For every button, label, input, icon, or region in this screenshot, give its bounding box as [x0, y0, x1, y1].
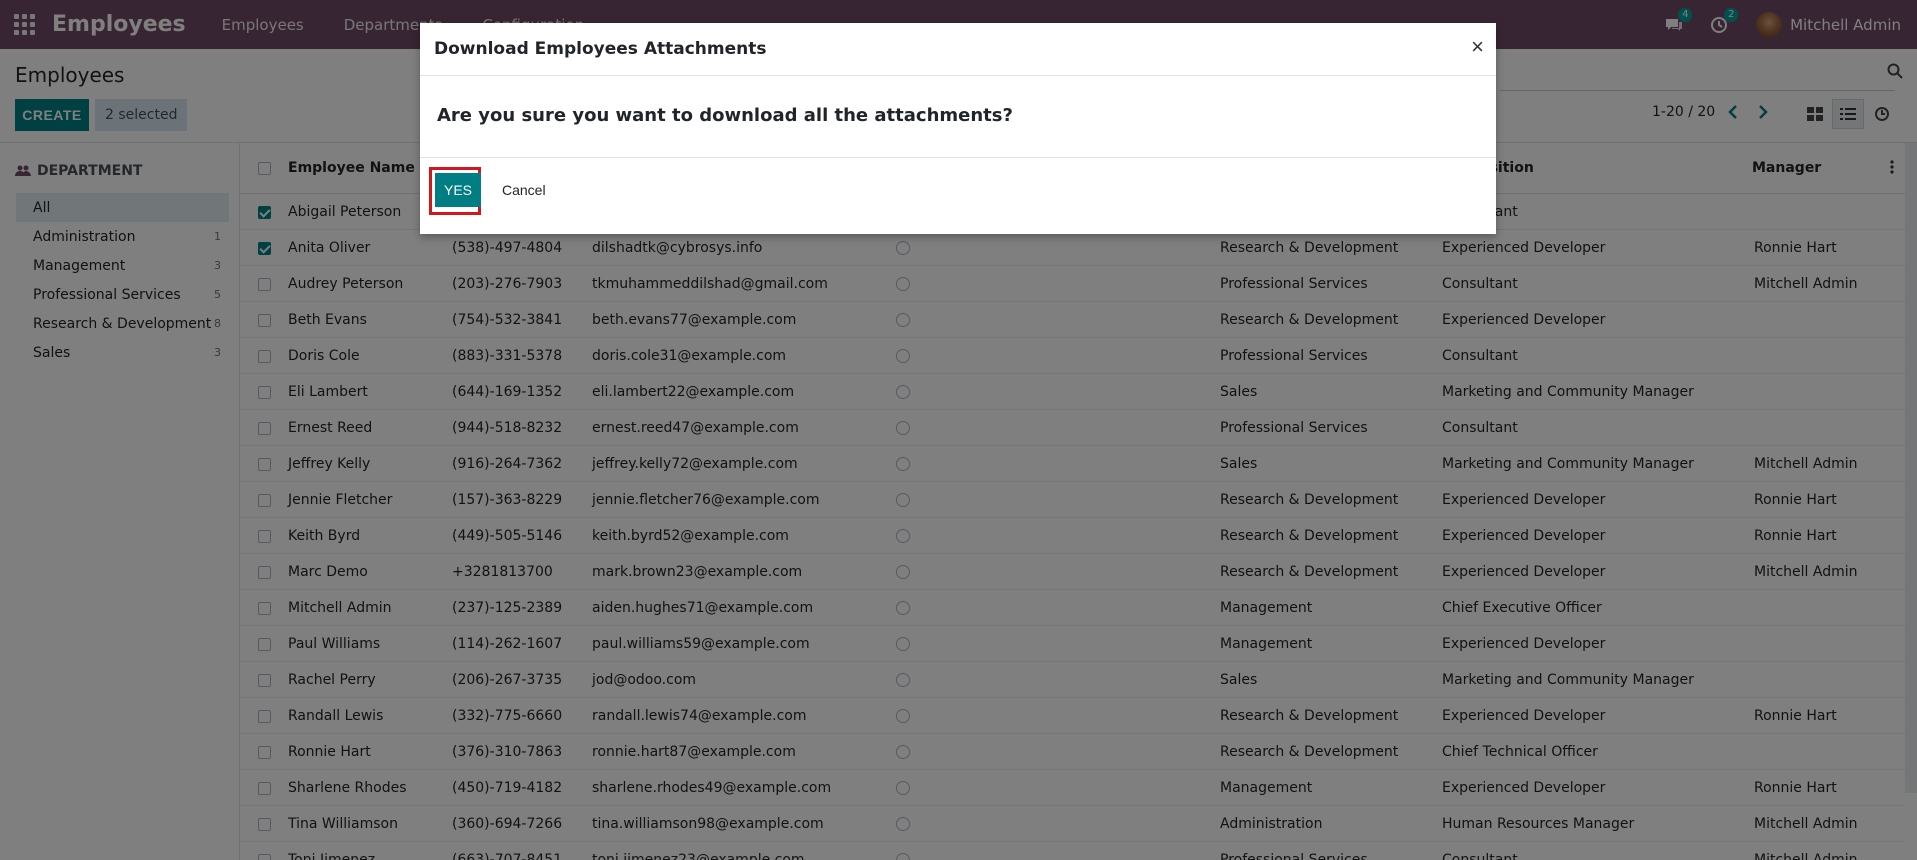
modal-footer: YES Cancel [420, 158, 1496, 234]
yes-button[interactable]: YES [435, 173, 481, 207]
confirm-question: Are you sure you want to download all th… [437, 105, 1013, 126]
modal-title: Download Employees Attachments [434, 39, 767, 59]
cancel-button[interactable]: Cancel [502, 182, 546, 198]
modal-body: Are you sure you want to download all th… [420, 76, 1496, 158]
download-attachments-dialog: Download Employees Attachments × Are you… [420, 23, 1496, 234]
modal-header: Download Employees Attachments × [420, 23, 1496, 76]
close-icon[interactable]: × [1471, 34, 1484, 60]
